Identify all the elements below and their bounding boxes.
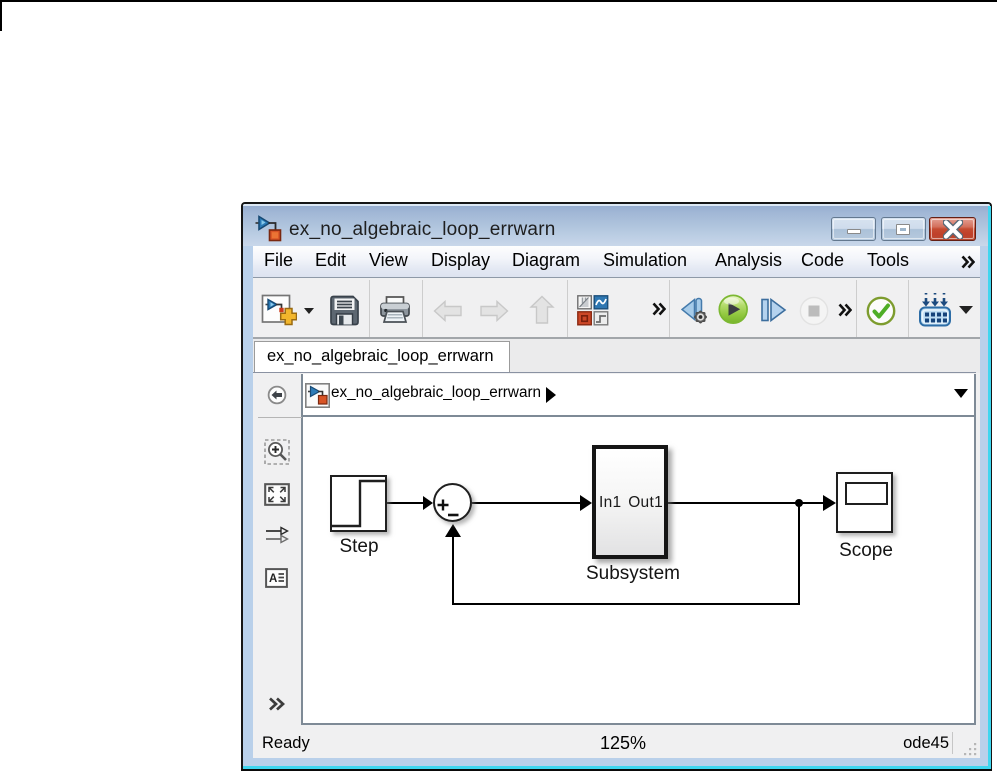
- svg-text:A: A: [269, 573, 277, 585]
